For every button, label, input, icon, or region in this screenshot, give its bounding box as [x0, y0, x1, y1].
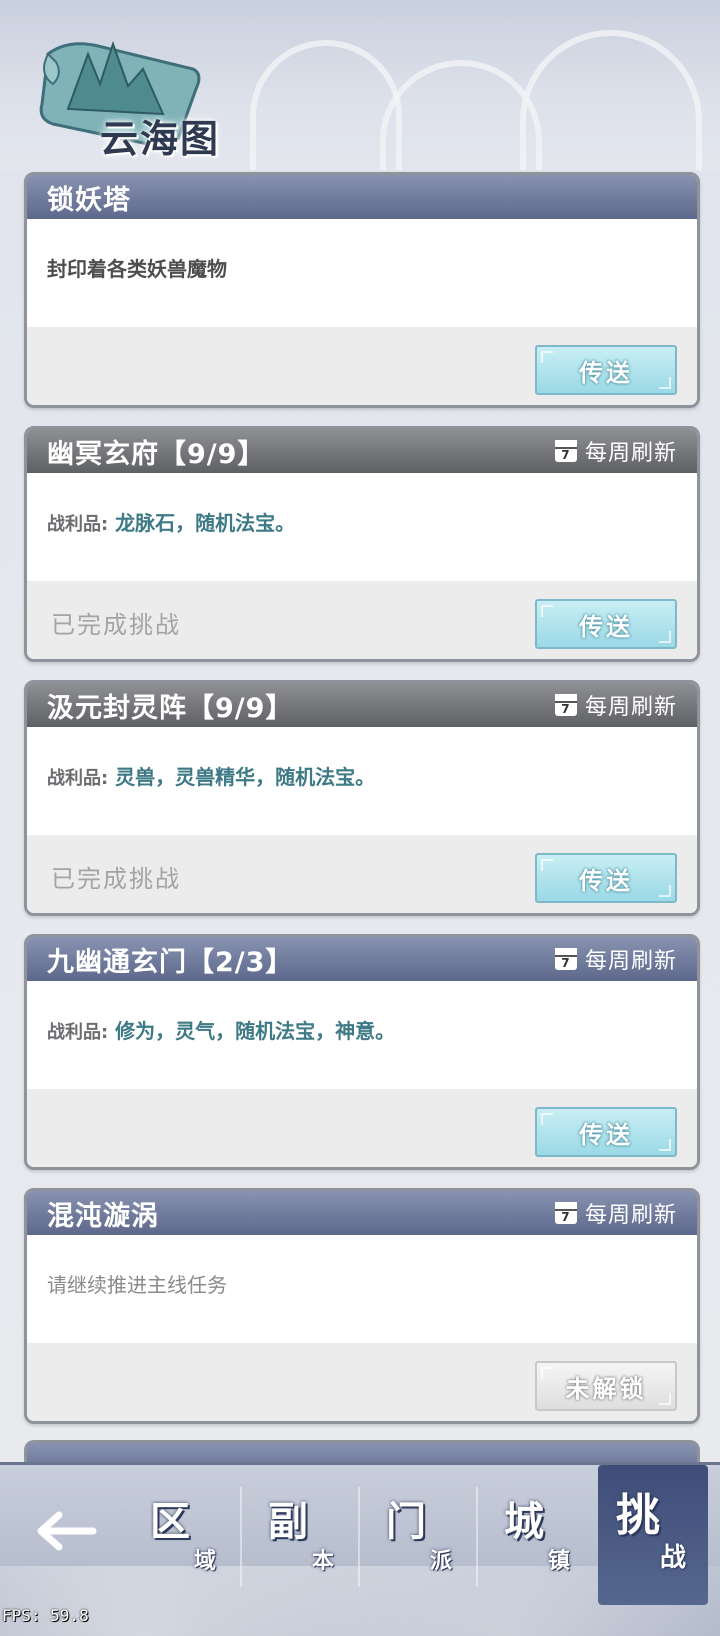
card-title: 混沌漩涡	[47, 1200, 159, 1232]
card-header: 幽冥玄府【9/9】 7 每周刷新	[27, 429, 697, 473]
card-footer: 传送	[27, 327, 697, 405]
card-footer: 已完成挑战 传送	[27, 835, 697, 913]
card-header: 汲元封灵阵【9/9】 7 每周刷新	[27, 683, 697, 727]
card-title: 汲元封灵阵【9/9】	[47, 692, 294, 724]
calendar-icon: 7	[554, 1202, 577, 1224]
card-title: 九幽通玄门【2/3】	[47, 946, 294, 978]
weekly-refresh-label: 7 每周刷新	[554, 689, 677, 721]
card-footer: 传送	[27, 1089, 697, 1167]
card-body: 请继续推进主线任务	[27, 1235, 697, 1343]
back-button[interactable]	[30, 1501, 100, 1561]
loot-label: 战利品:	[47, 514, 109, 535]
teleport-button[interactable]: 传送	[535, 599, 677, 649]
tab-sect[interactable]: 门 派	[364, 1483, 474, 1593]
dungeon-card-hundunxuanwo: 混沌漩涡 7 每周刷新 请继续推进主线任务 未解锁	[24, 1188, 700, 1424]
tab-label: 区	[150, 1499, 190, 1545]
tab-label: 门	[386, 1499, 426, 1545]
card-description: 请继续推进主线任务	[47, 1273, 227, 1297]
dungeon-card-jiyuanfenglingzhen: 汲元封灵阵【9/9】 7 每周刷新 战利品: 灵兽，灵兽精华，随机法宝。 已完成…	[24, 680, 700, 916]
bottom-nav: 区 域 副 本 门 派 城 镇 挑 战	[0, 1462, 720, 1636]
loot-items: 龙脉石，随机法宝。	[115, 511, 296, 535]
teleport-button[interactable]: 传送	[535, 853, 677, 903]
tab-region[interactable]: 区 域	[128, 1483, 238, 1593]
tab-sublabel: 战	[660, 1543, 687, 1573]
refresh-text: 每周刷新	[584, 1203, 677, 1228]
loot-label: 战利品:	[47, 1022, 109, 1043]
fps-counter: FPS: 59.8	[2, 1606, 89, 1625]
card-title: 幽冥玄府【9/9】	[47, 438, 266, 470]
weekly-refresh-label: 7 每周刷新	[554, 435, 677, 467]
loot-items: 修为，灵气，随机法宝，神意。	[115, 1019, 396, 1043]
card-description: 封印着各类妖兽魔物	[47, 257, 227, 281]
refresh-text: 每周刷新	[584, 441, 677, 466]
refresh-text: 每周刷新	[584, 695, 677, 720]
loot-items: 灵兽，灵兽精华，随机法宝。	[115, 765, 376, 789]
cloud-arch-decoration	[520, 30, 702, 170]
card-title: 锁妖塔	[47, 184, 131, 216]
header-banner: 云海图	[0, 0, 720, 170]
cloud-arch-decoration	[380, 60, 542, 170]
back-arrow-icon	[37, 1511, 97, 1551]
weekly-refresh-label: 7 每周刷新	[554, 1197, 677, 1229]
loot-line: 战利品: 灵兽，灵兽精华，随机法宝。	[47, 727, 677, 790]
dungeon-card-jiuyoutongxuanmen: 九幽通玄门【2/3】 7 每周刷新 战利品: 修为，灵气，随机法宝，神意。 传送	[24, 934, 700, 1170]
tab-label: 城	[504, 1499, 544, 1545]
card-footer: 未解锁	[27, 1343, 697, 1421]
tab-label: 挑	[616, 1490, 660, 1541]
tab-divider	[476, 1487, 478, 1587]
card-body: 战利品: 龙脉石，随机法宝。	[27, 473, 697, 581]
card-body: 战利品: 修为，灵气，随机法宝，神意。	[27, 981, 697, 1089]
tab-divider	[240, 1487, 242, 1587]
loot-line: 战利品: 修为，灵气，随机法宝，神意。	[47, 981, 677, 1044]
teleport-button[interactable]: 传送	[535, 1107, 677, 1157]
calendar-icon: 7	[554, 440, 577, 462]
tab-sublabel: 本	[312, 1549, 335, 1574]
weekly-refresh-label: 7 每周刷新	[554, 943, 677, 975]
calendar-icon: 7	[554, 694, 577, 716]
card-body: 战利品: 灵兽，灵兽精华，随机法宝。	[27, 727, 697, 835]
tab-divider	[358, 1487, 360, 1587]
calendar-icon: 7	[554, 948, 577, 970]
card-footer: 已完成挑战 传送	[27, 581, 697, 659]
tab-challenge[interactable]: 挑 战	[598, 1465, 708, 1605]
teleport-button[interactable]: 传送	[535, 345, 677, 395]
loot-label: 战利品:	[47, 768, 109, 789]
challenge-status: 已完成挑战	[51, 865, 181, 893]
card-header: 混沌漩涡 7 每周刷新	[27, 1191, 697, 1235]
page-title: 云海图	[100, 117, 221, 161]
dungeon-card-youmingxuanfu: 幽冥玄府【9/9】 7 每周刷新 战利品: 龙脉石，随机法宝。 已完成挑战 传送	[24, 426, 700, 662]
tab-town[interactable]: 城 镇	[482, 1483, 592, 1593]
loot-line: 战利品: 龙脉石，随机法宝。	[47, 473, 677, 536]
tab-sublabel: 镇	[548, 1549, 571, 1574]
tab-sublabel: 域	[194, 1549, 217, 1574]
card-header: 九幽通玄门【2/3】 7 每周刷新	[27, 937, 697, 981]
card-header: 锁妖塔	[27, 175, 697, 219]
dungeon-card-suoyaota: 锁妖塔 封印着各类妖兽魔物 传送	[24, 172, 700, 408]
card-body: 封印着各类妖兽魔物	[27, 219, 697, 327]
tab-label: 副	[268, 1499, 308, 1545]
refresh-text: 每周刷新	[584, 949, 677, 974]
challenge-status: 已完成挑战	[51, 611, 181, 639]
tab-dungeon[interactable]: 副 本	[246, 1483, 356, 1593]
locked-button[interactable]: 未解锁	[535, 1361, 677, 1411]
tab-sublabel: 派	[430, 1549, 453, 1574]
